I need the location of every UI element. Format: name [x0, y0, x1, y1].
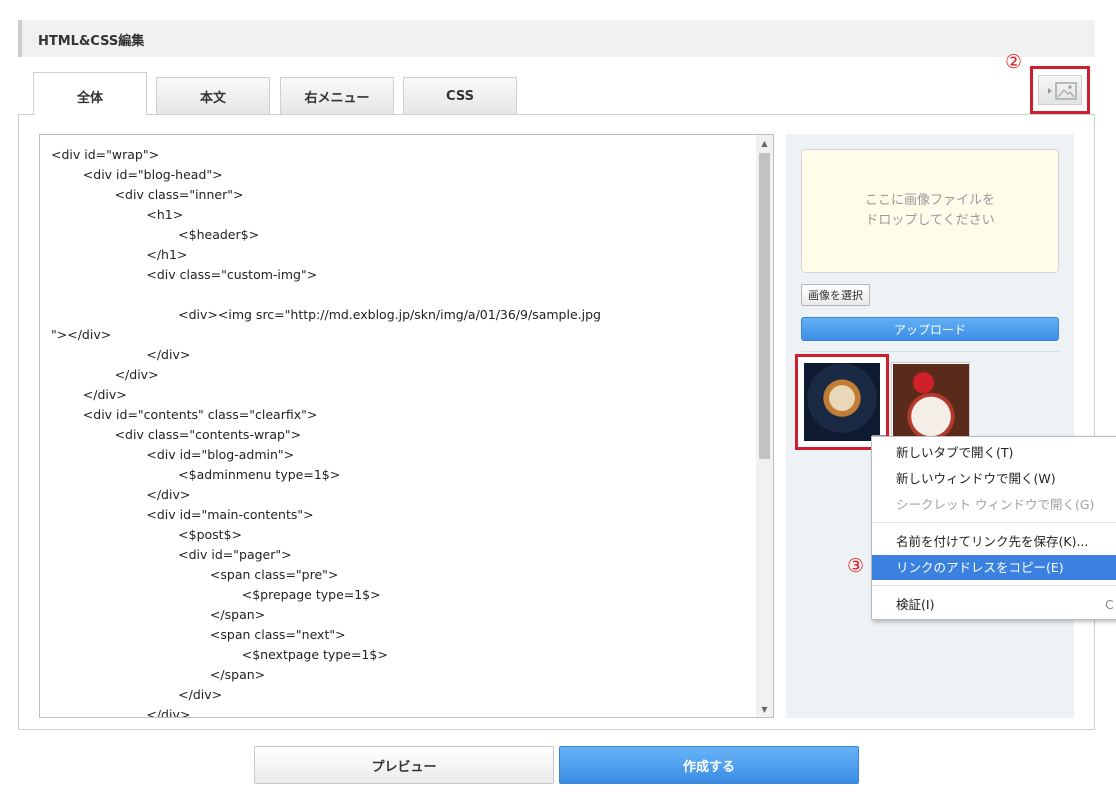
select-image-button[interactable]: 画像を選択: [801, 284, 870, 306]
upload-button[interactable]: アップロード: [801, 317, 1059, 341]
scroll-down-icon[interactable]: ▼: [756, 701, 773, 717]
code-line: <div class="contents-wrap">: [51, 427, 302, 442]
menu-inspect-label: 検証(I): [896, 597, 935, 612]
tab-body[interactable]: 本文: [156, 77, 270, 114]
annotation-marker-3: ③: [847, 555, 865, 577]
section-header: HTML&CSS編集: [18, 20, 1095, 57]
code-line: </span>: [51, 667, 266, 682]
tab-css[interactable]: CSS: [403, 77, 517, 114]
code-lines: <div id="wrap"> <div id="blog-head"> <di…: [51, 145, 763, 718]
thumbnail-picture: [804, 363, 880, 441]
code-editor[interactable]: <div id="wrap"> <div id="blog-head"> <di…: [39, 134, 774, 718]
annotation-marker-2: ②: [1005, 51, 1023, 73]
menu-open-new-window[interactable]: 新しいウィンドウで開く(W): [872, 466, 1116, 491]
tab-right-menu[interactable]: 右メニュー: [280, 77, 394, 114]
code-line: <$header$>: [51, 227, 260, 242]
code-line: <div id="blog-admin">: [51, 447, 295, 462]
menu-copy-link-address[interactable]: リンクのアドレスをコピー(E): [872, 555, 1116, 580]
scroll-up-icon[interactable]: ▲: [756, 135, 773, 151]
code-line: </div>: [51, 687, 223, 702]
code-line: <div id="contents" class="clearfix">: [51, 407, 318, 422]
code-line: <$prepage type=1$>: [51, 587, 381, 602]
code-line: <div><img src="http://md.exblog.jp/skn/i…: [51, 307, 601, 322]
code-line: </span>: [51, 607, 266, 622]
preview-button[interactable]: プレビュー: [254, 746, 554, 784]
menu-separator: [872, 585, 1116, 586]
code-line: <$post$>: [51, 527, 242, 542]
editor-scrollbar[interactable]: ▲ ▼: [756, 135, 773, 717]
code-line: <div class="inner">: [51, 187, 244, 202]
create-button[interactable]: 作成する: [559, 746, 859, 784]
side-divider: [801, 351, 1059, 352]
menu-open-new-tab[interactable]: 新しいタブで開く(T): [872, 440, 1116, 465]
code-line: </div>: [51, 367, 159, 382]
dropzone-line-1: ここに画像ファイルを: [864, 193, 995, 208]
image-toggle-face: [1038, 75, 1082, 105]
thumbnail-picture: [893, 364, 969, 439]
code-line: </div>: [51, 707, 191, 718]
code-line: <div id="wrap">: [51, 147, 160, 162]
code-line: <div id="pager">: [51, 547, 292, 562]
menu-separator: [872, 522, 1116, 523]
code-line: <h1>: [51, 207, 184, 222]
code-line: </h1>: [51, 247, 188, 262]
page-title: HTML&CSS編集: [38, 34, 145, 49]
menu-save-link-as[interactable]: 名前を付けてリンク先を保存(K)...: [872, 529, 1116, 554]
menu-inspect[interactable]: 検証(I) C: [872, 592, 1116, 617]
tab-all[interactable]: 全体: [33, 72, 147, 115]
code-line: <div id="blog-head">: [51, 167, 223, 182]
image-panel-toggle-button[interactable]: [1030, 66, 1090, 114]
code-line: <div id="main-contents">: [51, 507, 314, 522]
image-icon: [1048, 82, 1077, 100]
code-line: "></div>: [51, 327, 112, 342]
code-line: </div>: [51, 387, 127, 402]
code-line: <span class="pre">: [51, 567, 339, 582]
scroll-thumb[interactable]: [759, 153, 770, 459]
code-line: <span class="next">: [51, 627, 346, 642]
code-line: </div>: [51, 487, 191, 502]
menu-open-incognito: シークレット ウィンドウで開く(G): [896, 497, 1095, 512]
context-menu: 新しいタブで開く(T) 新しいウィンドウで開く(W) シークレット ウィンドウで…: [871, 436, 1116, 620]
dropzone-line-2: ドロップしてください: [865, 213, 995, 228]
code-line: <$adminmenu type=1$>: [51, 467, 341, 482]
code-line: <div class="custom-img">: [51, 267, 318, 282]
code-line: </div>: [51, 347, 191, 362]
menu-shortcut-hint: C: [1105, 597, 1114, 612]
image-dropzone[interactable]: ここに画像ファイルを ドロップしてください: [801, 149, 1059, 273]
image-thumbnail-strawberry-cake[interactable]: [891, 362, 970, 440]
code-line: <$nextpage type=1$>: [51, 647, 388, 662]
